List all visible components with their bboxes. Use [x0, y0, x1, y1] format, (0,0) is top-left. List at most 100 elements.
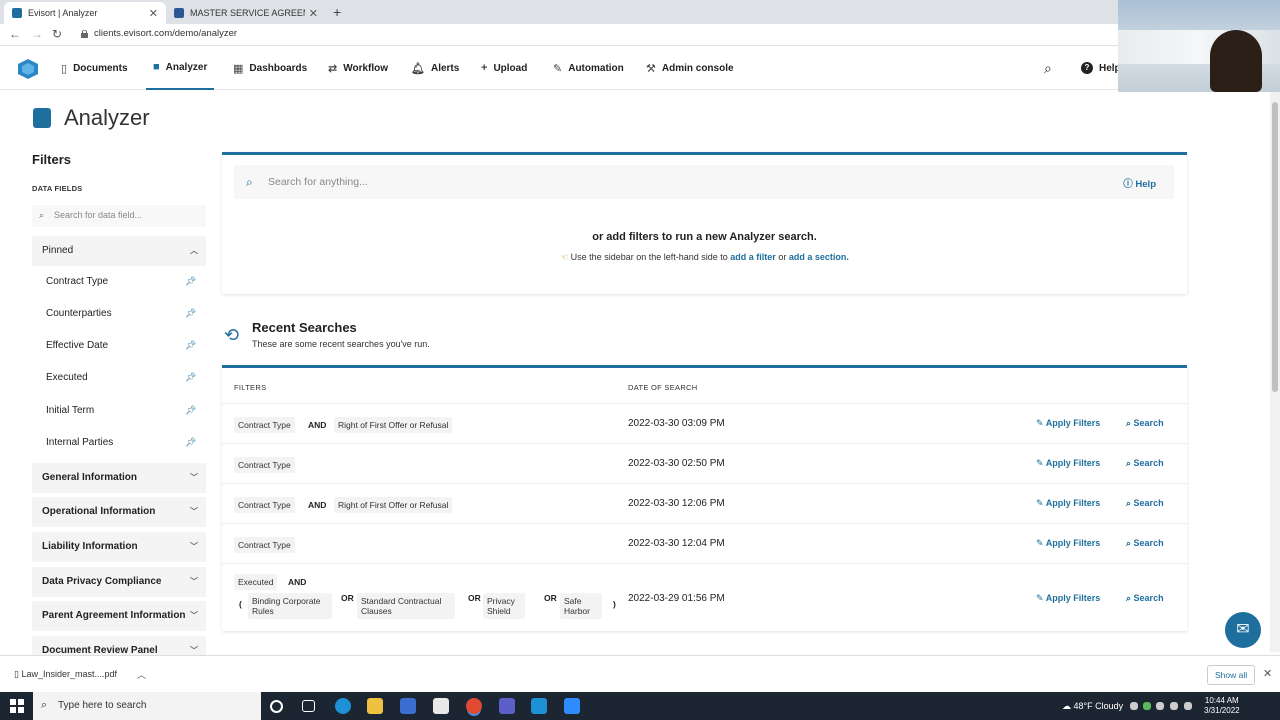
- close-icon[interactable]: ✕: [1263, 667, 1272, 680]
- pinned-section-header[interactable]: Pinned ︿: [32, 236, 206, 266]
- tray-icon[interactable]: [1143, 702, 1151, 710]
- volume-icon[interactable]: [1184, 702, 1192, 710]
- taskbar-search-input[interactable]: ⌕ Type here to search: [33, 692, 261, 720]
- nav-upload[interactable]: + Upload: [481, 46, 527, 90]
- search-icon[interactable]: ⌕: [1044, 46, 1052, 90]
- search-date: 2022-03-30 12:06 PM: [628, 498, 725, 509]
- zoom-icon[interactable]: [564, 698, 580, 714]
- tab-label: MASTER SERVICE AGREEMENT | ...: [190, 8, 305, 18]
- back-icon[interactable]: ←: [9, 27, 21, 41]
- pinned-field-internal-parties[interactable]: Internal Parties: [46, 437, 113, 448]
- apply-filters-button[interactable]: ✎ Apply Filters: [1036, 458, 1100, 469]
- filter-operator: OR: [468, 593, 481, 603]
- tab-master-service-agreement[interactable]: MASTER SERVICE AGREEMENT | ... ✕: [166, 2, 326, 24]
- section-document-review-panel[interactable]: Document Review Panel ﹀: [32, 636, 206, 655]
- pencil-icon: ✎: [1036, 593, 1046, 603]
- show-all-button[interactable]: Show all: [1207, 665, 1256, 685]
- url-text[interactable]: clients.evisort.com/demo/analyzer: [94, 28, 237, 39]
- chevron-up-icon[interactable]: ︿: [137, 668, 146, 681]
- reload-icon[interactable]: ↻: [52, 27, 62, 41]
- internet-explorer-icon[interactable]: [531, 698, 547, 714]
- filter-chip: Binding Corporate Rules: [248, 593, 332, 619]
- nav-analyzer[interactable]: ■ Analyzer: [146, 46, 215, 90]
- forward-icon[interactable]: →: [31, 27, 43, 41]
- pin-icon[interactable]: 📌︎: [185, 372, 196, 383]
- search-button[interactable]: ⌕ Search: [1126, 498, 1164, 509]
- page-scrollbar[interactable]: [1270, 92, 1280, 652]
- scrollbar-thumb[interactable]: [1272, 102, 1278, 392]
- nav-admin-console[interactable]: ⚒ Admin console: [646, 46, 734, 90]
- wifi-icon[interactable]: [1170, 702, 1178, 710]
- store-icon[interactable]: [400, 698, 416, 714]
- section-general-information[interactable]: General Information ﹀: [32, 463, 206, 493]
- close-tab-icon[interactable]: ✕: [309, 7, 318, 20]
- data-field-search-input[interactable]: ⌕ Search for data field...: [32, 205, 206, 227]
- new-tab-button[interactable]: +: [333, 4, 341, 20]
- chat-support-icon[interactable]: ✉: [1225, 612, 1261, 648]
- filters-heading: Filters: [32, 152, 72, 167]
- nav-label: Automation: [568, 62, 624, 74]
- pinned-field-initial-term[interactable]: Initial Term: [46, 405, 94, 416]
- tray-icon[interactable]: [1130, 702, 1138, 710]
- pin-icon[interactable]: 📌︎: [185, 437, 196, 448]
- search-date: 2022-03-30 02:50 PM: [628, 458, 725, 469]
- section-label: Data Privacy Compliance: [42, 576, 162, 587]
- edge-icon[interactable]: [335, 698, 351, 714]
- search-placeholder: Search for anything...: [268, 176, 368, 188]
- tray-icon[interactable]: [1156, 702, 1164, 710]
- add-filter-link[interactable]: add a filter: [730, 252, 776, 262]
- pinned-field-executed[interactable]: Executed: [46, 372, 88, 383]
- search-icon: ⌕: [246, 175, 253, 189]
- add-section-link[interactable]: add a section.: [789, 252, 849, 262]
- nav-help[interactable]: ? Help: [1081, 46, 1121, 90]
- search-help-link[interactable]: ⓘ Help: [1123, 176, 1156, 190]
- nav-workflow[interactable]: ⇄ Workflow: [328, 46, 388, 90]
- apply-filters-button[interactable]: ✎ Apply Filters: [1036, 593, 1100, 604]
- chrome-icon[interactable]: [466, 698, 482, 714]
- nav-label: Alerts: [430, 62, 460, 74]
- chevron-up-icon: ︿: [190, 246, 198, 255]
- analyzer-search-input[interactable]: ⌕ Search for anything... ⓘ Help: [234, 165, 1174, 199]
- pin-icon[interactable]: 📌︎: [185, 405, 196, 416]
- windows-taskbar: ⌕ Type here to search ☁ 48°F Cloudy 10:44…: [0, 692, 1280, 720]
- section-operational-information[interactable]: Operational Information ﹀: [32, 497, 206, 527]
- apply-filters-button[interactable]: ✎ Apply Filters: [1036, 418, 1100, 429]
- section-label: General Information: [42, 472, 138, 483]
- chevron-down-icon: ﹀: [190, 507, 198, 516]
- weather-widget[interactable]: ☁ 48°F Cloudy: [1062, 701, 1123, 712]
- section-data-privacy-compliance[interactable]: Data Privacy Compliance ﹀: [32, 567, 206, 597]
- search-button[interactable]: ⌕ Search: [1126, 593, 1164, 604]
- cortana-icon[interactable]: [270, 700, 283, 713]
- pin-icon[interactable]: 📌︎: [185, 340, 196, 351]
- nav-label: Admin console: [661, 62, 734, 74]
- nav-automation[interactable]: ✎ Automation: [553, 46, 624, 90]
- pinned-field-counterparties[interactable]: Counterparties: [46, 308, 112, 319]
- evisort-logo[interactable]: [16, 58, 40, 80]
- windows-start-icon[interactable]: [10, 699, 24, 713]
- system-clock[interactable]: 10:44 AM 3/31/2022: [1204, 696, 1240, 716]
- mail-icon[interactable]: [433, 698, 449, 714]
- search-button[interactable]: ⌕ Search: [1126, 458, 1164, 469]
- section-liability-information[interactable]: Liability Information ﹀: [32, 532, 206, 562]
- nav-documents[interactable]: ▯ Documents: [61, 46, 128, 90]
- teams-icon[interactable]: [499, 698, 515, 714]
- nav-label: Documents: [73, 62, 128, 74]
- nav-alerts[interactable]: 🔔︎ Alerts: [411, 46, 459, 90]
- file-explorer-icon[interactable]: [367, 698, 383, 714]
- pinned-field-effective-date[interactable]: Effective Date: [46, 340, 108, 351]
- search-button[interactable]: ⌕ Search: [1126, 538, 1164, 549]
- pin-icon[interactable]: 📌︎: [185, 276, 196, 287]
- apply-filters-button[interactable]: ✎ Apply Filters: [1036, 498, 1100, 509]
- column-header-date: DATE OF SEARCH: [628, 383, 698, 392]
- tab-evisort-analyzer[interactable]: Evisort | Analyzer ✕: [4, 2, 166, 24]
- nav-dashboards[interactable]: ▦ Dashboards: [233, 46, 307, 90]
- pin-icon[interactable]: 📌︎: [185, 308, 196, 319]
- task-view-icon[interactable]: [302, 700, 315, 712]
- nav-label: Workflow: [343, 62, 389, 74]
- section-parent-agreement-information[interactable]: Parent Agreement Information ﹀: [32, 601, 206, 631]
- apply-filters-button[interactable]: ✎ Apply Filters: [1036, 538, 1100, 549]
- pinned-field-contract-type[interactable]: Contract Type: [46, 276, 108, 287]
- downloaded-file[interactable]: ▯ Law_Insider_mast....pdf: [14, 669, 117, 680]
- search-button[interactable]: ⌕ Search: [1126, 418, 1164, 429]
- close-tab-icon[interactable]: ✕: [149, 7, 158, 20]
